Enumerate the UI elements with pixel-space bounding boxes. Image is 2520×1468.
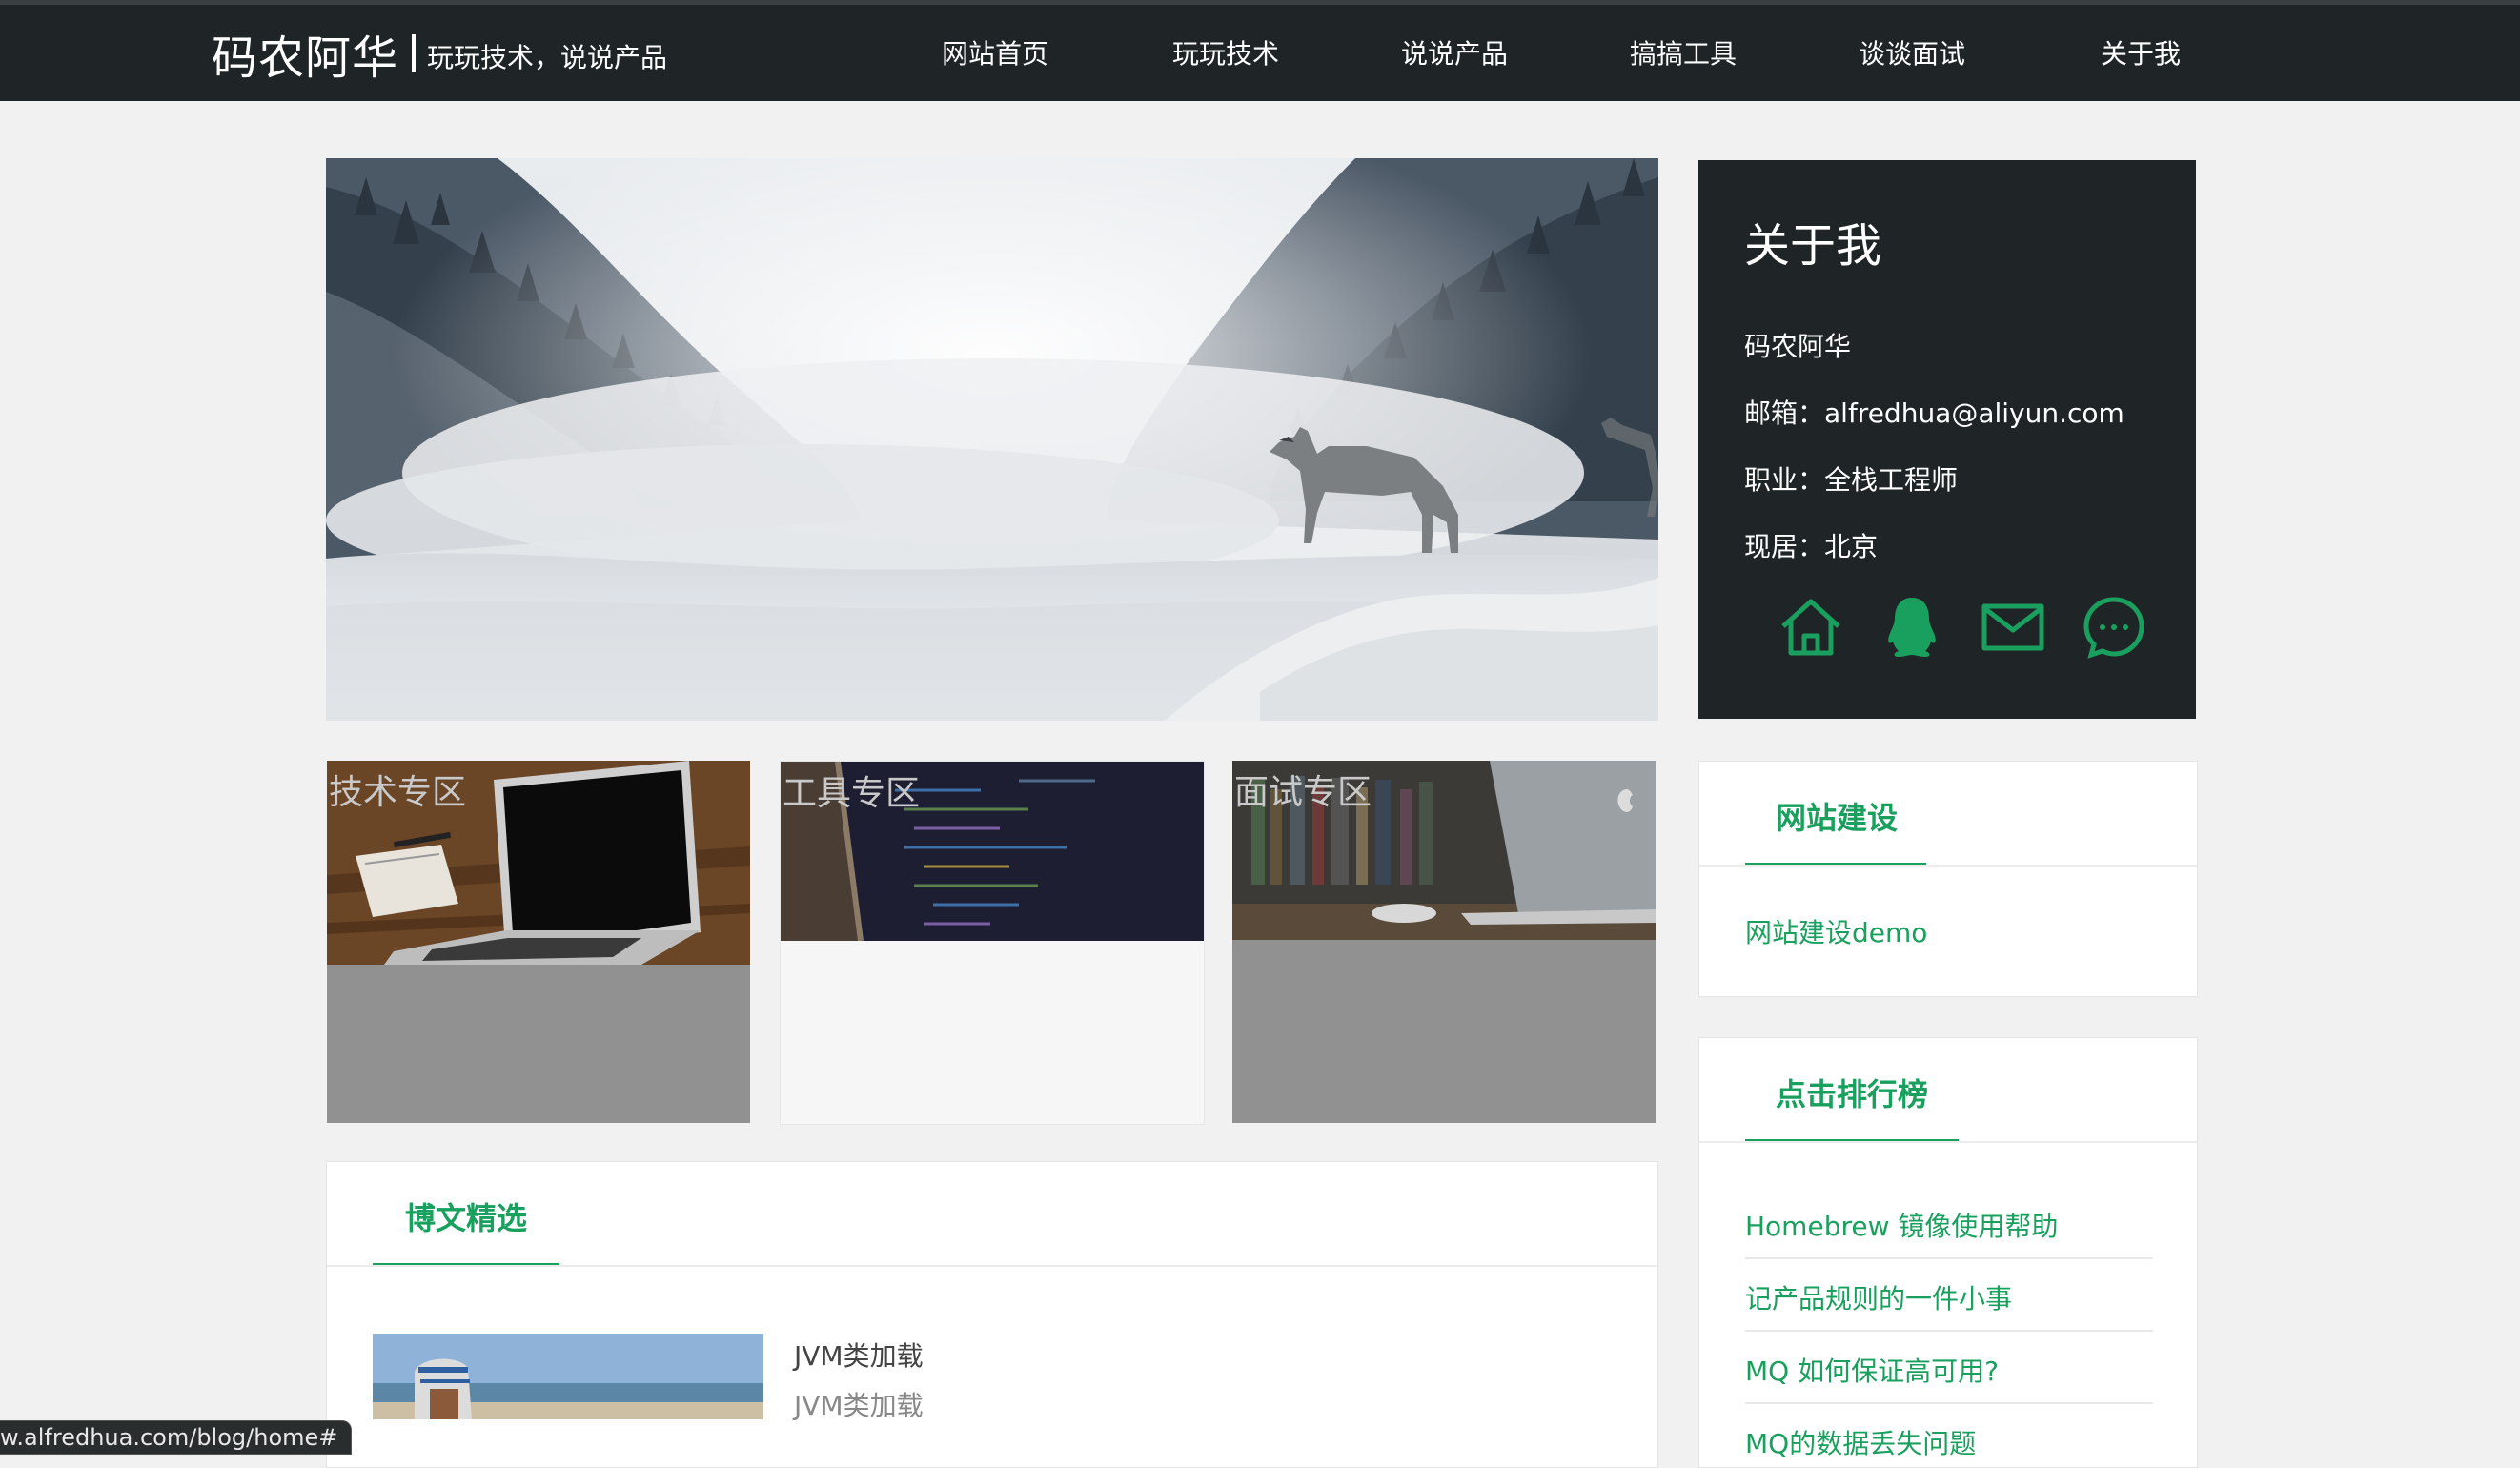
- post-title[interactable]: JVM类加载: [794, 1335, 924, 1374]
- ranking-item[interactable]: 记产品规则的一件小事: [1745, 1278, 2153, 1316]
- ranking-divider: [1699, 1141, 2197, 1143]
- nav-about[interactable]: 关于我: [2063, 29, 2219, 76]
- top-stripe: [0, 0, 2520, 5]
- about-social-icons: [1778, 595, 2146, 660]
- nav-tools[interactable]: 搞搞工具: [1605, 29, 1761, 76]
- browser-status-url: w.alfredhua.com/blog/home#: [0, 1420, 353, 1455]
- ranking-item[interactable]: Homebrew 镜像使用帮助: [1745, 1206, 2153, 1244]
- post-summary: JVM类加载: [794, 1390, 924, 1421]
- ranking-separator: [1745, 1402, 2153, 1404]
- category-label-tech: 技术专区: [329, 773, 467, 812]
- nav-product[interactable]: 说说产品: [1376, 29, 1533, 76]
- mail-icon[interactable]: [1981, 595, 2045, 660]
- site-name[interactable]: 码农阿华: [212, 20, 398, 87]
- site-building-title[interactable]: 网站建设: [1776, 794, 1898, 838]
- site-slogan: 玩玩技术，说说产品: [427, 42, 668, 73]
- category-label-interview: 面试专区: [1234, 773, 1372, 812]
- about-card: 关于我 码农阿华 邮箱：alfredhua@aliyun.com 职业：全栈工程…: [1698, 160, 2196, 719]
- about-title: 关于我: [1744, 219, 1882, 273]
- featured-divider: [327, 1265, 1657, 1267]
- wolf-mist-landscape: [326, 158, 1658, 721]
- brand-separator: [412, 34, 417, 72]
- ranking-title[interactable]: 点击排行榜: [1776, 1070, 1928, 1114]
- ranking-item[interactable]: MQ 如何保证高可用?: [1745, 1351, 2153, 1389]
- featured-posts-panel: 博文精选 JVM类加载 JVM类加载: [326, 1161, 1658, 1468]
- nav-home[interactable]: 网站首页: [917, 29, 1073, 76]
- chat-icon[interactable]: [2082, 595, 2146, 660]
- category-label-tools: 工具专区: [782, 774, 921, 813]
- category-tile-interview[interactable]: 面试专区: [1232, 761, 1656, 1123]
- top-navbar: 码农阿华 玩玩技术，说说产品 网站首页 玩玩技术 说说产品 搞搞工具 谈谈面试 …: [0, 0, 2520, 101]
- category-tile-tech[interactable]: 技术专区: [327, 761, 750, 1123]
- home-icon[interactable]: [1778, 595, 1843, 660]
- ranking-panel: 点击排行榜 Homebrew 镜像使用帮助 记产品规则的一件小事 MQ 如何保证…: [1698, 1037, 2198, 1468]
- about-email: 邮箱：alfredhua@aliyun.com: [1744, 398, 2124, 429]
- about-name: 码农阿华: [1744, 331, 1852, 362]
- ranking-separator: [1745, 1330, 2153, 1332]
- brand[interactable]: 码农阿华 玩玩技术，说说产品: [212, 25, 668, 85]
- ranking-item[interactable]: MQ的数据丢失问题: [1745, 1423, 2153, 1461]
- qq-icon[interactable]: [1880, 595, 1944, 660]
- post-thumbnail-beach: [373, 1334, 763, 1419]
- nav-interview[interactable]: 谈谈面试: [1834, 29, 1990, 76]
- featured-title[interactable]: 博文精选: [405, 1194, 527, 1238]
- category-tile-tools[interactable]: 工具专区: [780, 761, 1205, 1125]
- site-building-divider: [1699, 865, 2197, 867]
- ranking-separator: [1745, 1257, 2153, 1259]
- hero-banner-image[interactable]: [326, 158, 1658, 721]
- about-location: 现居：北京: [1744, 531, 1879, 562]
- site-building-link[interactable]: 网站建设demo: [1745, 912, 1927, 950]
- nav-tech[interactable]: 玩玩技术: [1148, 29, 1304, 76]
- site-building-panel: 网站建设 网站建设demo: [1698, 761, 2198, 997]
- about-job: 职业：全栈工程师: [1744, 464, 1959, 496]
